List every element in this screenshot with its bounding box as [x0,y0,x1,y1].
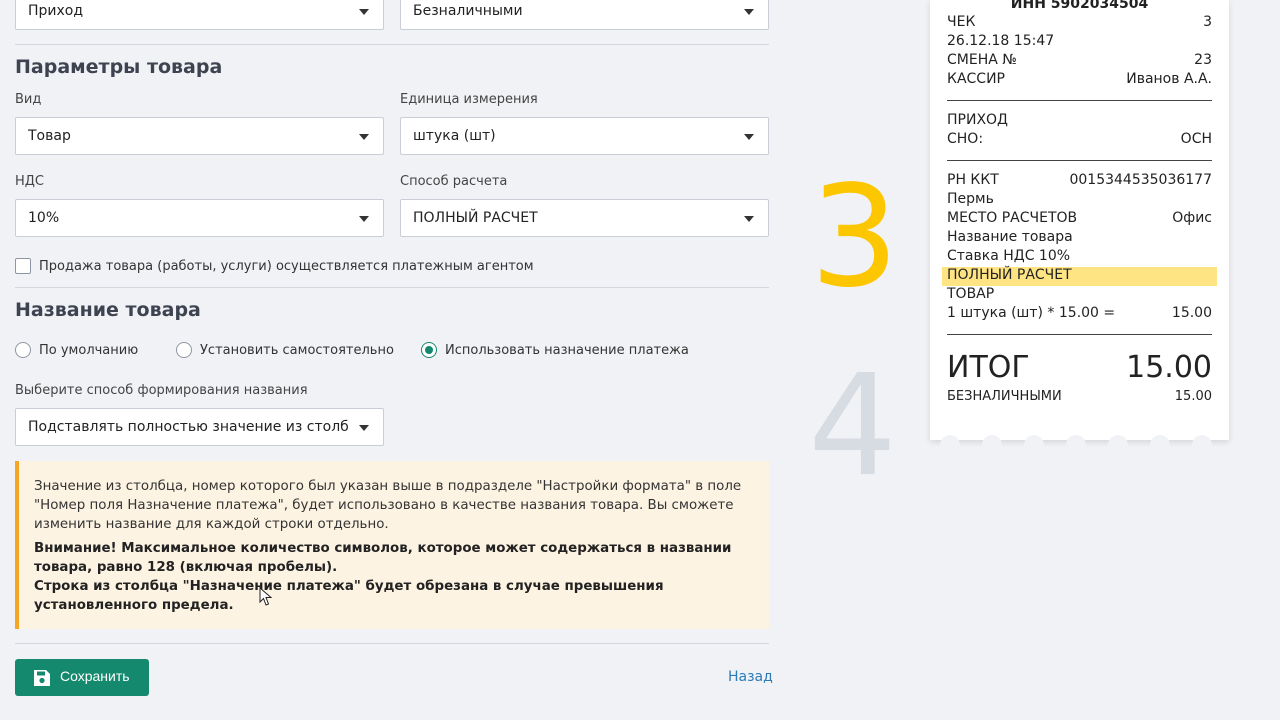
receipt-qty-sum: 15.00 [1171,305,1212,321]
receipt-inn: ИНН 5902034504 [1010,0,1149,12]
receipt-payment-row: БЕЗНАЛИЧНЫМИ 15.00 [947,389,1212,408]
kind-select[interactable]: Товар [15,117,384,155]
step-number-4: 4 [808,345,898,508]
divider [15,287,769,288]
back-link[interactable]: Назад [728,669,773,685]
receipt-shift-no: 23 [1194,52,1212,68]
receipt-separator [947,100,1212,101]
chevron-down-icon [359,134,369,140]
radio-custom-name[interactable] [176,342,192,358]
receipt-place-label: МЕСТО РАСЧЕТОВ [947,210,1078,226]
receipt-item-name: Название товара [947,229,1073,245]
radio-payment-purpose-name[interactable] [421,342,437,358]
receipt-operation-row: ПРИХОД [947,112,1212,131]
chevron-down-icon [359,425,369,431]
divider [15,44,769,45]
vat-select-value: 10% [28,210,60,226]
floppy-disk-icon [34,670,50,686]
receipt-shift-label: СМЕНА № [947,52,1017,68]
calc-label: Способ расчета [400,174,508,189]
receipt-vat: Ставка НДС 10% [947,248,1071,264]
divider [15,643,769,644]
receipt-datetime-row: 26.12.18 15:47 [947,33,1212,52]
receipt-separator [947,160,1212,161]
radio-custom-name-label: Установить самостоятельно [200,343,394,358]
receipt-calc: ПОЛНЫЙ РАСЧЕТ [947,267,1072,283]
payment-agent-checkbox-label: Продажа товара (работы, услуги) осуществ… [39,259,534,274]
params-section-title: Параметры товара [15,56,223,78]
receipt-rn-row: РН ККТ 0015344535036177 [947,172,1212,191]
receipt-separator [947,334,1212,335]
radio-default-name[interactable] [15,342,31,358]
receipt-city: Пермь [947,191,994,207]
receipt-calc-row: ПОЛНЫЙ РАСЧЕТ [947,267,1212,286]
info-note-warning-trim: Строка из столбца "Назначение платежа" б… [34,579,664,613]
receipt-sno-row: СНО: ОСН [947,131,1212,150]
receipt-total-label: ИТОГ [947,350,1030,385]
receipt-total: 15.00 [1126,350,1212,385]
name-method-select-value: Подставлять полностью значение из столбц… [28,419,348,435]
unit-label: Единица измерения [400,92,538,107]
receipt-payment-label: БЕЗНАЛИЧНЫМИ [947,389,1062,404]
receipt-payment-sum: 15.00 [1174,389,1212,404]
receipt-check-row: ЧЕК 3 [947,14,1212,33]
mouse-cursor-icon [259,587,273,606]
operation-select-value: Приход [28,3,84,19]
receipt-datetime: 26.12.18 15:47 [947,33,1055,49]
receipt-torn-edge [930,430,1229,455]
receipt-place: Офис [1172,210,1212,226]
receipt-operation: ПРИХОД [947,112,1008,128]
receipt-preview: ИНН 5902034504 ЧЕК 3 26.12.18 15:47 СМЕН… [930,0,1229,455]
receipt-check-label: ЧЕК [947,14,976,30]
receipt-city-row: Пермь [947,191,1212,210]
vat-select[interactable]: 10% [15,199,384,237]
receipt-qty-line: 1 штука (шт) * 15.00 = [947,305,1116,321]
receipt-qty-row: 1 штука (шт) * 15.00 = 15.00 [947,305,1212,324]
payment-type-select[interactable]: Безналичными [400,0,769,30]
chevron-down-icon [744,134,754,140]
chevron-down-icon [744,216,754,222]
chevron-down-icon [359,216,369,222]
receipt-kind: ТОВАР [947,286,995,302]
info-note: Значение из столбца, номер которого был … [15,461,769,629]
name-method-label: Выберите способ формирования названия [15,383,308,398]
receipt-kind-row: ТОВАР [947,286,1212,305]
receipt-rn: 0015344535036177 [1069,172,1212,188]
receipt-sno: ОСН [1180,131,1212,147]
chevron-down-icon [744,9,754,15]
step-number-3: 3 [810,156,900,319]
calc-select-value: ПОЛНЫЙ РАСЧЕТ [413,210,538,226]
payment-agent-checkbox[interactable] [15,258,31,274]
receipt-rn-label: РН ККТ [947,172,999,188]
calc-select[interactable]: ПОЛНЫЙ РАСЧЕТ [400,199,769,237]
radio-payment-purpose-name-label: Использовать назначение платежа [445,343,689,358]
info-note-text: Значение из столбца, номер которого был … [34,479,742,532]
receipt-cashier-label: КАССИР [947,71,1005,87]
name-method-select[interactable]: Подставлять полностью значение из столбц… [15,408,384,446]
receipt-item-name-row: Название товара [947,229,1212,248]
kind-select-value: Товар [28,128,71,144]
kind-label: Вид [15,92,42,107]
receipt-total-row: ИТОГ 15.00 [947,350,1212,386]
receipt-check-no: 3 [1203,14,1212,30]
save-button-label: Сохранить [60,668,130,684]
operation-select[interactable]: Приход [15,0,384,30]
receipt-vat-row: Ставка НДС 10% [947,248,1212,267]
payment-type-select-value: Безналичными [413,3,523,19]
chevron-down-icon [359,9,369,15]
product-settings-form: Приход Безналичными Параметры товара Вид… [15,0,773,720]
receipt-shift-row: СМЕНА № 23 [947,52,1212,71]
info-note-warning: Внимание! Максимальное количество символ… [34,541,732,575]
vat-label: НДС [15,174,45,189]
unit-select-value: штука (шт) [413,128,496,144]
receipt-place-row: МЕСТО РАСЧЕТОВ Офис [947,210,1212,229]
save-button[interactable]: Сохранить [15,659,149,696]
receipt-sno-label: СНО: [947,131,984,147]
name-section-title: Название товара [15,299,201,321]
radio-default-name-label: По умолчанию [39,343,139,358]
receipt-cashier-row: КАССИР Иванов А.А. [947,71,1212,90]
receipt-cashier: Иванов А.А. [1126,71,1212,87]
unit-select[interactable]: штука (шт) [400,117,769,155]
